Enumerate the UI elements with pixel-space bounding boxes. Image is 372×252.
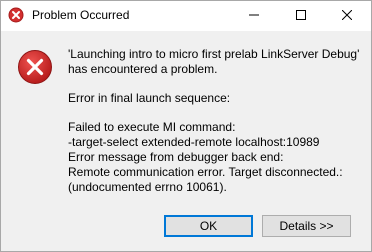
problem-dialog: Problem Occurred 'Launching intro to mic… bbox=[0, 0, 372, 252]
detail-line: -target-select extended-remote localhost… bbox=[68, 135, 320, 149]
maximize-icon bbox=[296, 7, 306, 25]
detail-line: Error message from debugger back end: bbox=[68, 150, 284, 164]
message-line: has encountered a problem. bbox=[68, 62, 218, 76]
dialog-title: Problem Occurred bbox=[32, 8, 130, 22]
error-heading: Error in final launch sequence: bbox=[68, 91, 231, 105]
title-bar[interactable]: Problem Occurred bbox=[1, 1, 371, 31]
detail-line: Remote communication error. Target disco… bbox=[68, 165, 343, 179]
ok-button[interactable]: OK bbox=[164, 215, 253, 237]
minimize-button[interactable] bbox=[231, 1, 277, 31]
message-line: 'Launching intro to micro first prelab L… bbox=[68, 47, 360, 61]
detail-line: (undocumented errno 10061). bbox=[68, 180, 227, 194]
message-area: 'Launching intro to micro first prelab L… bbox=[68, 47, 368, 195]
close-button[interactable] bbox=[324, 1, 370, 31]
app-icon bbox=[8, 7, 24, 23]
detail-line: Failed to execute MI command: bbox=[68, 120, 236, 134]
minimize-icon bbox=[249, 7, 259, 25]
maximize-button[interactable] bbox=[278, 1, 324, 31]
details-button[interactable]: Details >> bbox=[262, 215, 351, 237]
error-icon bbox=[17, 49, 53, 85]
close-icon bbox=[341, 7, 353, 25]
